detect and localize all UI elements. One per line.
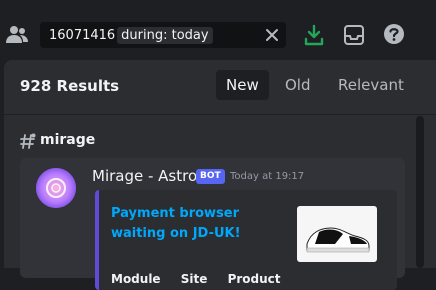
embed-field-product: Product [227,272,281,286]
download-icon[interactable] [304,24,324,46]
inbox-icon[interactable] [343,24,365,46]
results-header: 928 Results New Old Relevant [4,60,436,115]
search-filter-pill[interactable]: during: today [117,27,213,44]
sneaker-image [306,227,370,253]
results-scrollbar[interactable] [416,116,424,268]
bot-badge: BOT [196,169,225,184]
message-timestamp: Today at 19:17 [230,171,305,182]
results-count: 928 Results [20,77,120,95]
avatar[interactable] [36,168,76,208]
embed-thumbnail[interactable] [297,206,377,262]
search-result-message[interactable]: Mirage - Astro BOT Today at 19:17 Paymen… [20,158,405,290]
members-icon[interactable] [6,24,28,44]
search-query: 16071416 during: today [49,27,213,44]
help-icon[interactable] [383,23,405,45]
embed-fields: Module Site Product [111,272,297,286]
search-results-panel: 928 Results New Old Relevant mirage Mira… [4,60,436,290]
channel-hash-icon [20,133,36,149]
tab-relevant[interactable]: Relevant [328,70,414,100]
search-query-text: 16071416 [49,28,116,43]
tab-old[interactable]: Old [275,70,321,100]
mirage-logo-icon [36,168,76,208]
clear-search-icon[interactable] [265,28,279,42]
channel-name: mirage [40,132,96,148]
embed-field-module: Module [111,272,161,286]
embed-title-link[interactable]: Payment browser waiting on JD-UK! [111,204,271,244]
tab-new[interactable]: New [216,70,269,100]
message-author[interactable]: Mirage - Astro [92,167,197,185]
search-input[interactable]: 16071416 during: today [40,22,286,48]
top-toolbar: 16071416 during: today [0,0,436,60]
embed-field-site: Site [180,272,208,286]
message-embed: Payment browser waiting on JD-UK! Module… [95,190,397,290]
